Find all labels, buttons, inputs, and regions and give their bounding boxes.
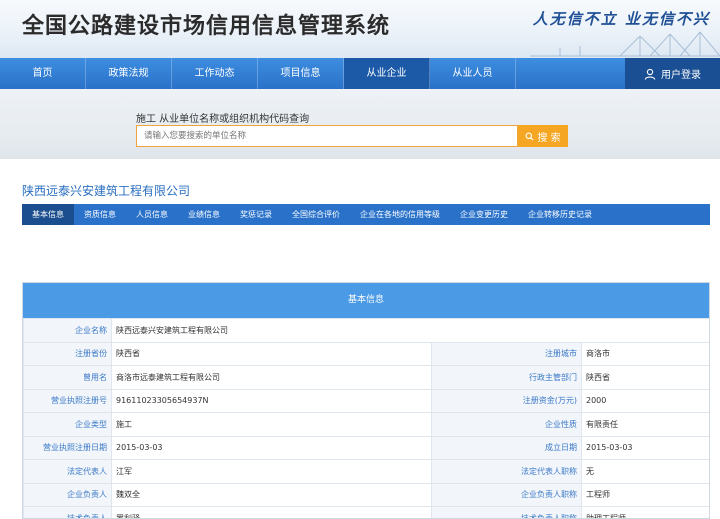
nav-item-policies[interactable]: 政策法规 [86, 58, 172, 89]
field-label: 注册城市 [431, 341, 582, 366]
nav-item-news[interactable]: 工作动态 [172, 58, 258, 89]
site-title: 全国公路建设市场信用信息管理系统 [22, 14, 391, 39]
user-login-label: 用户登录 [661, 70, 701, 81]
tab-transfer-history[interactable]: 企业转移历史记录 [518, 204, 602, 225]
field-label: 成立日期 [431, 435, 582, 460]
table-row: 技术负责人 罗利驿 技术负责人职称 助理工程师 [23, 506, 709, 518]
tab-personnel[interactable]: 人员信息 [126, 204, 178, 225]
field-label: 技术负责人职称 [431, 506, 582, 518]
field-value: 魏双全 [111, 482, 432, 507]
table-row: 企业负责人 魏双全 企业负责人职称 工程师 [23, 482, 709, 507]
search-button[interactable]: 搜 索 [518, 125, 568, 147]
field-label: 企业名称 [23, 318, 112, 343]
company-tabs: 基本信息 资质信息 人员信息 业绩信息 奖惩记录 全国综合评价 企业在各地的信用… [22, 204, 710, 225]
field-label: 技术负责人 [23, 506, 112, 518]
tab-change-history[interactable]: 企业变更历史 [450, 204, 518, 225]
table-row: 企业类型 施工 企业性质 有限责任 [23, 412, 709, 437]
tab-performance[interactable]: 业绩信息 [178, 204, 230, 225]
field-label: 行政主管部门 [431, 365, 582, 390]
search-area: 施工 从业单位名称或组织机构代码查询 搜 索 [0, 89, 720, 159]
site-slogan: 人无信不立 业无信不兴 [532, 10, 710, 28]
table-row: 法定代表人 江军 法定代表人职称 无 [23, 459, 709, 484]
field-label: 企业类型 [23, 412, 112, 437]
field-value: 91611023305654937N [111, 388, 432, 413]
tab-national-evaluation[interactable]: 全国综合评价 [282, 204, 350, 225]
field-value: 江军 [111, 459, 432, 484]
field-value: 施工 [111, 412, 432, 437]
field-value: 陕西远泰兴安建筑工程有限公司 [110, 318, 709, 343]
nav-item-home[interactable]: 首页 [0, 58, 86, 89]
field-label: 企业性质 [431, 412, 582, 437]
tab-regional-credit[interactable]: 企业在各地的信用等级 [350, 204, 450, 225]
tab-qualifications[interactable]: 资质信息 [74, 204, 126, 225]
header-banner: 全国公路建设市场信用信息管理系统 人无信不立 业无信不兴 [0, 0, 720, 58]
field-value: 工程师 [580, 482, 709, 507]
field-label: 法定代表人 [23, 459, 112, 484]
table-row: 曾用名 商洛市远泰建筑工程有限公司 行政主管部门 陕西省 [23, 365, 709, 390]
table-row: 营业执照注册号 91611023305654937N 注册资金(万元) 2000 [23, 388, 709, 413]
field-value: 陕西省 [580, 365, 709, 390]
field-value: 罗利驿 [111, 506, 432, 518]
field-value: 陕西省 [111, 341, 432, 366]
nav-item-projects[interactable]: 项目信息 [258, 58, 344, 89]
field-label: 注册资金(万元) [431, 388, 582, 413]
field-value: 无 [580, 459, 709, 484]
field-value: 2015-03-03 [580, 435, 709, 460]
field-label: 曾用名 [23, 365, 112, 390]
search-label: 施工 从业单位名称或组织机构代码查询 [136, 114, 310, 125]
field-value: 2015-03-03 [111, 435, 432, 460]
field-value: 商洛市远泰建筑工程有限公司 [111, 365, 432, 390]
nav-item-enterprises[interactable]: 从业企业 [344, 58, 430, 89]
tab-rewards-penalties[interactable]: 奖惩记录 [230, 204, 282, 225]
field-value: 商洛市 [580, 341, 709, 366]
company-title: 陕西远泰兴安建筑工程有限公司 [22, 184, 191, 198]
basic-info-panel: 基本信息 企业名称 陕西远泰兴安建筑工程有限公司 注册省份 陕西省 注册城市 商… [22, 282, 710, 519]
field-value: 有限责任 [580, 412, 709, 437]
field-label: 营业执照注册日期 [23, 435, 112, 460]
field-label: 企业负责人职称 [431, 482, 582, 507]
field-value: 助理工程师 [580, 506, 709, 518]
nav-item-personnel[interactable]: 从业人员 [430, 58, 516, 89]
user-login-button[interactable]: 用户登录 [625, 58, 720, 89]
main-nav: 首页 政策法规 工作动态 项目信息 从业企业 从业人员 用户登录 [0, 58, 720, 89]
field-label: 营业执照注册号 [23, 388, 112, 413]
search-icon [525, 132, 534, 141]
field-label: 法定代表人职称 [431, 459, 582, 484]
bridge-decoration-icon [530, 31, 720, 57]
basic-info-header: 基本信息 [23, 283, 709, 318]
table-row: 营业执照注册日期 2015-03-03 成立日期 2015-03-03 [23, 435, 709, 460]
user-icon [644, 68, 656, 80]
table-row: 企业名称 陕西远泰兴安建筑工程有限公司 [23, 318, 709, 343]
field-value: 2000 [580, 388, 709, 413]
basic-info-table: 企业名称 陕西远泰兴安建筑工程有限公司 注册省份 陕西省 注册城市 商洛市 曾用… [23, 318, 709, 518]
table-row: 注册省份 陕西省 注册城市 商洛市 [23, 341, 709, 366]
field-label: 企业负责人 [23, 482, 112, 507]
tab-basic-info[interactable]: 基本信息 [22, 204, 74, 225]
search-input[interactable] [136, 125, 518, 147]
search-button-label: 搜 索 [537, 132, 561, 144]
field-label: 注册省份 [23, 341, 112, 366]
